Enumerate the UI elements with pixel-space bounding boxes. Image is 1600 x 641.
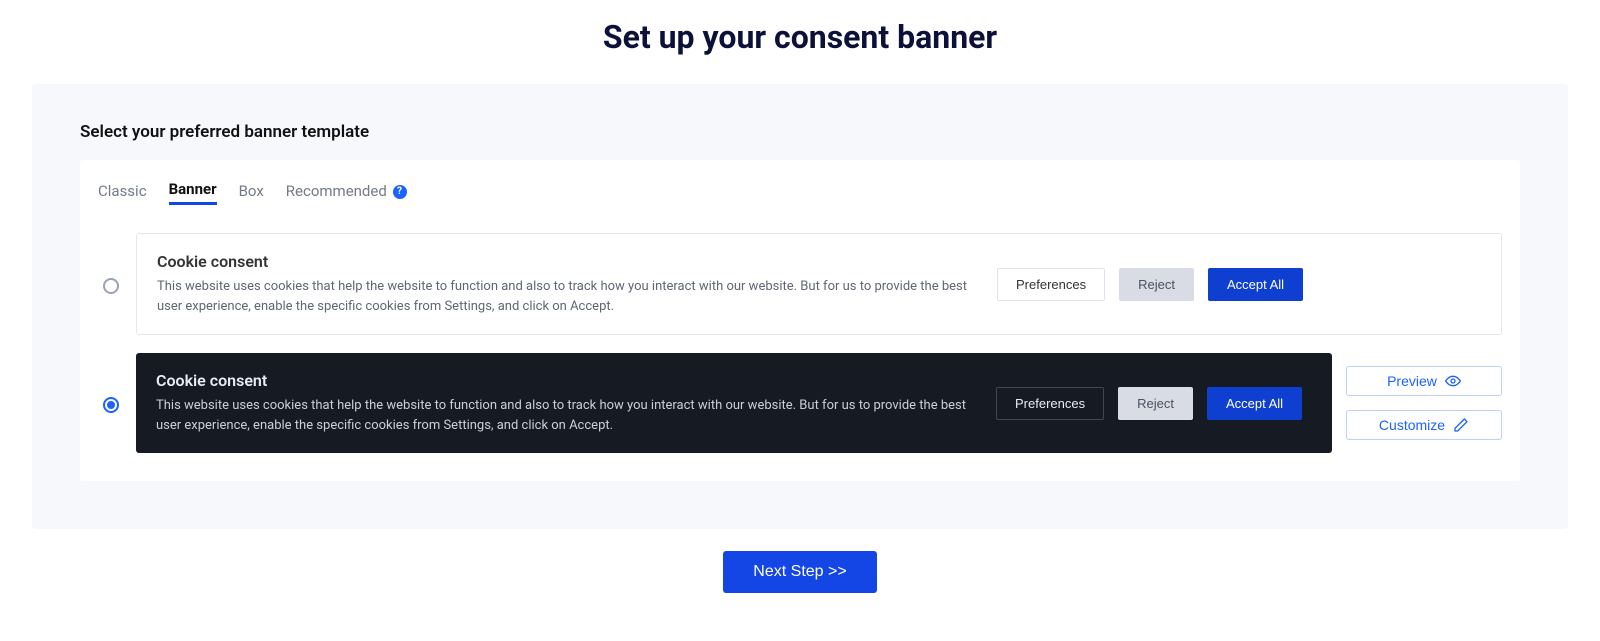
banner-dark-desc: This website uses cookies that help the …	[156, 396, 976, 435]
tab-box[interactable]: Box	[239, 178, 264, 204]
accept-button-light[interactable]: Accept All	[1208, 268, 1303, 301]
help-icon[interactable]: ?	[393, 185, 407, 199]
side-actions: Preview Customize	[1346, 366, 1502, 440]
eye-icon	[1445, 373, 1461, 389]
preferences-button-dark[interactable]: Preferences	[996, 387, 1104, 420]
tab-recommended[interactable]: Recommended ?	[286, 178, 407, 204]
banner-light-buttons: Preferences Reject Accept All	[997, 268, 1303, 301]
template-card: Classic Banner Box Recommended ? Cookie …	[80, 160, 1520, 481]
banner-light-desc: This website uses cookies that help the …	[157, 277, 977, 316]
customize-button[interactable]: Customize	[1346, 410, 1502, 440]
next-step-button[interactable]: Next Step >>	[723, 551, 876, 593]
section-label: Select your preferred banner template	[80, 122, 1520, 142]
banner-dark-title: Cookie consent	[156, 371, 976, 390]
pencil-icon	[1453, 417, 1469, 433]
banner-light-text: Cookie consent This website uses cookies…	[157, 252, 977, 316]
reject-button-dark[interactable]: Reject	[1118, 387, 1193, 420]
template-tabs: Classic Banner Box Recommended ?	[98, 172, 1502, 215]
reject-button-light[interactable]: Reject	[1119, 268, 1194, 301]
preferences-button-light[interactable]: Preferences	[997, 268, 1105, 301]
banner-preview-dark[interactable]: Cookie consent This website uses cookies…	[136, 353, 1332, 453]
banner-option-light: Cookie consent This website uses cookies…	[98, 233, 1502, 335]
customize-button-label: Customize	[1379, 417, 1445, 433]
tab-recommended-label: Recommended	[286, 182, 387, 200]
preview-button[interactable]: Preview	[1346, 366, 1502, 396]
banner-dark-text: Cookie consent This website uses cookies…	[156, 371, 976, 435]
tab-banner[interactable]: Banner	[169, 176, 217, 205]
preview-button-label: Preview	[1387, 373, 1437, 389]
footer: Next Step >>	[0, 529, 1600, 615]
radio-dark[interactable]	[103, 397, 119, 413]
setup-panel: Select your preferred banner template Cl…	[32, 84, 1568, 529]
banner-dark-buttons: Preferences Reject Accept All	[996, 387, 1302, 420]
radio-light[interactable]	[103, 278, 119, 294]
banner-option-dark: Cookie consent This website uses cookies…	[98, 353, 1502, 453]
tab-classic[interactable]: Classic	[98, 178, 147, 204]
banner-preview-light[interactable]: Cookie consent This website uses cookies…	[136, 233, 1502, 335]
page-title: Set up your consent banner	[0, 0, 1600, 56]
banner-light-title: Cookie consent	[157, 252, 977, 271]
accept-button-dark[interactable]: Accept All	[1207, 387, 1302, 420]
